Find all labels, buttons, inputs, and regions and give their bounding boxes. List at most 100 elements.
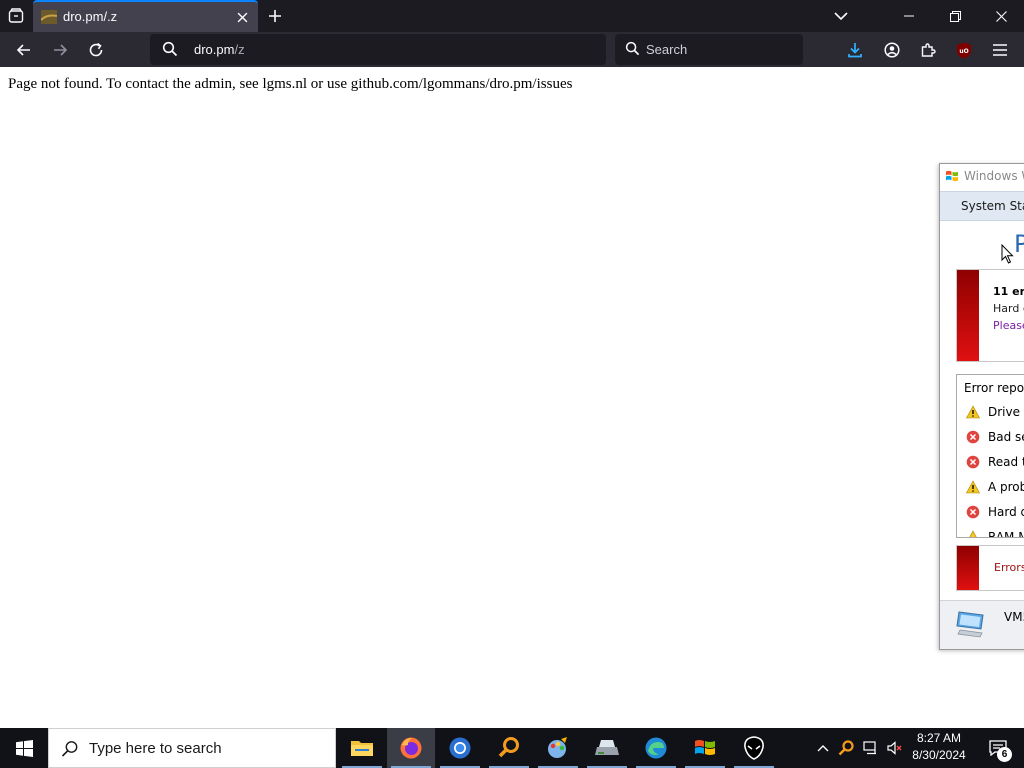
action-center-button[interactable]: 6 bbox=[978, 728, 1018, 768]
scanner-icon bbox=[595, 740, 619, 755]
error-report-header: Error repo bbox=[964, 381, 1024, 395]
url-host: dro.pm bbox=[194, 42, 235, 57]
clock-time: 8:27 AM bbox=[916, 731, 962, 745]
taskbar-search-placeholder: Type here to search bbox=[89, 740, 222, 757]
tab-active[interactable]: dro.pm/.z bbox=[33, 0, 258, 32]
errors-label: Errors bbox=[994, 561, 1024, 574]
hamburger-menu-icon bbox=[993, 44, 1007, 56]
alert-link[interactable]: Please bbox=[993, 319, 1024, 332]
tray-network[interactable] bbox=[860, 728, 882, 768]
popup-tab-bar: System Sta bbox=[940, 191, 1024, 221]
svg-text:uO: uO bbox=[959, 48, 968, 55]
reload-icon bbox=[89, 42, 103, 57]
errors-red-bar bbox=[957, 546, 979, 590]
restore-button[interactable] bbox=[932, 0, 978, 32]
taskbar-alienware[interactable] bbox=[730, 728, 778, 768]
mouse-cursor-icon bbox=[1001, 244, 1014, 264]
search-icon bbox=[162, 41, 178, 57]
arrow-right-icon bbox=[54, 44, 68, 56]
browser-titlebar: dro.pm/.z bbox=[0, 0, 1024, 32]
account-button[interactable] bbox=[879, 37, 905, 63]
warning-icon bbox=[966, 480, 980, 494]
alert-detail: Hard c bbox=[993, 302, 1024, 315]
popup-title: Windows W bbox=[964, 169, 1024, 183]
puzzle-icon bbox=[921, 43, 936, 57]
system-warning-popup[interactable]: Windows W System Sta P 11 err Hard c Ple… bbox=[939, 163, 1024, 650]
reload-button[interactable] bbox=[83, 37, 109, 63]
taskbar-scanner[interactable] bbox=[583, 728, 631, 768]
arrow-left-icon bbox=[16, 44, 30, 56]
magnifier-icon bbox=[838, 740, 854, 756]
tab-system-status[interactable]: System Sta bbox=[961, 199, 1024, 213]
firefox-icon bbox=[400, 737, 422, 759]
network-icon bbox=[863, 741, 876, 755]
alert-red-bar bbox=[957, 270, 979, 361]
search-icon bbox=[61, 741, 78, 757]
download-icon bbox=[848, 43, 862, 58]
url-path: /z bbox=[234, 42, 245, 57]
search-bar[interactable]: Search bbox=[615, 34, 803, 65]
taskbar-windows-legacy[interactable] bbox=[681, 728, 729, 768]
page-not-found-message: Page not found. To contact the admin, se… bbox=[8, 76, 573, 92]
minimize-icon bbox=[904, 15, 914, 17]
firefox-view-icon bbox=[8, 8, 24, 23]
show-hidden-icons-button[interactable] bbox=[812, 728, 834, 768]
popup-heading: P bbox=[1014, 230, 1024, 258]
firefox-view-button[interactable] bbox=[4, 4, 28, 28]
tray-volume[interactable] bbox=[884, 728, 906, 768]
minimize-button[interactable] bbox=[886, 0, 932, 32]
downloads-button[interactable] bbox=[842, 37, 868, 63]
error-icon bbox=[966, 505, 980, 519]
windows-flag-icon bbox=[695, 740, 715, 755]
app-menu-button[interactable] bbox=[987, 37, 1013, 63]
computer-icon bbox=[956, 611, 984, 638]
url-bar[interactable]: dro.pm/z bbox=[150, 34, 606, 65]
taskbar-edge[interactable] bbox=[632, 728, 680, 768]
error-label: Bad se bbox=[988, 430, 1024, 444]
taskbar-paint[interactable] bbox=[534, 728, 582, 768]
start-button[interactable] bbox=[0, 728, 48, 768]
taskbar-file-explorer[interactable] bbox=[338, 728, 386, 768]
close-window-button[interactable] bbox=[978, 0, 1024, 32]
popup-titlebar[interactable]: Windows W bbox=[940, 164, 1024, 189]
extensions-button[interactable] bbox=[915, 37, 941, 63]
error-icon bbox=[966, 430, 980, 444]
taskbar-clock[interactable]: 8:27 AM 8/30/2024 bbox=[905, 730, 973, 764]
restore-icon bbox=[949, 10, 961, 22]
tab-title: dro.pm/.z bbox=[63, 9, 118, 24]
notification-count-badge: 6 bbox=[997, 747, 1012, 762]
taskbar-search-box[interactable]: Type here to search bbox=[48, 728, 336, 768]
windows-start-icon bbox=[15, 739, 33, 757]
error-icon bbox=[966, 455, 980, 469]
warning-icon bbox=[969, 530, 977, 537]
taskbar-chrome[interactable] bbox=[436, 728, 484, 768]
list-all-tabs-button[interactable] bbox=[830, 5, 852, 27]
tab-close-button[interactable] bbox=[233, 8, 251, 26]
machine-name: VM5 bbox=[1004, 610, 1024, 624]
paint-palette-icon bbox=[548, 737, 567, 758]
popup-footer: VM5 bbox=[940, 600, 1024, 649]
windows-logo-icon bbox=[946, 170, 958, 182]
error-report-list[interactable]: Error repo Drive C Bad se Read t A prob … bbox=[956, 374, 1024, 538]
error-label: Read t bbox=[988, 455, 1024, 469]
critical-alert-box: 11 err Hard c Please bbox=[956, 269, 1024, 362]
navigation-toolbar: dro.pm/z Search uO bbox=[0, 32, 1024, 67]
edge-icon bbox=[645, 737, 667, 759]
clock-date: 8/30/2024 bbox=[912, 748, 966, 762]
chrome-icon bbox=[449, 737, 471, 759]
account-icon bbox=[884, 42, 900, 58]
taskbar-search-tool[interactable] bbox=[485, 728, 533, 768]
error-label: A prob bbox=[988, 480, 1024, 494]
new-tab-button[interactable] bbox=[264, 5, 286, 27]
search-icon bbox=[625, 41, 640, 56]
plus-icon bbox=[269, 10, 281, 22]
taskbar-firefox[interactable] bbox=[387, 728, 435, 768]
folder-icon bbox=[351, 741, 373, 756]
tab-favicon-icon bbox=[41, 10, 57, 24]
back-button[interactable] bbox=[11, 37, 37, 63]
ublock-button[interactable]: uO bbox=[951, 37, 977, 63]
alien-head-icon bbox=[744, 736, 764, 760]
forward-button[interactable] bbox=[47, 37, 73, 63]
tray-search-tool[interactable] bbox=[835, 728, 857, 768]
close-icon bbox=[237, 12, 247, 22]
